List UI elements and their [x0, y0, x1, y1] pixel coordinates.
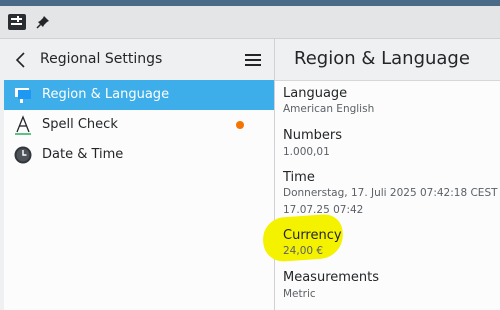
sidebar-item-date-time[interactable]: Date & Time [4, 140, 274, 170]
hamburger-menu-icon[interactable] [243, 52, 263, 68]
pin-icon[interactable] [36, 15, 50, 29]
setting-title: Measurements [283, 270, 380, 285]
setting-value: Donnerstag, 17. Juli 2025 07:42:18 CEST [283, 187, 498, 199]
setting-value: 24,00 € [283, 245, 324, 257]
setting-title: Time [283, 170, 315, 185]
setting-value: 1.000,01 [283, 146, 330, 158]
sidebar-item-label: Date & Time [42, 147, 124, 162]
desktop-strip [0, 0, 500, 6]
notification-badge [236, 121, 244, 129]
setting-title: Currency [283, 228, 342, 243]
clock-icon [14, 146, 32, 164]
title-bar [0, 0, 500, 39]
settings-window: Regional Settings Region & Language Spel… [0, 0, 500, 310]
back-icon[interactable] [14, 50, 28, 70]
sidebar-item-spell-check[interactable]: Spell Check [4, 110, 274, 140]
setting-title: Numbers [283, 128, 342, 143]
sidebar-item-label: Region & Language [42, 87, 170, 102]
setting-value: American English [283, 103, 375, 115]
setting-value: Metric [283, 288, 316, 300]
page-title: Region & Language [294, 48, 470, 69]
sidebar-item-label: Spell Check [42, 117, 118, 132]
sidebar-item-region-language[interactable]: Region & Language [4, 80, 274, 110]
setting-title: Language [283, 86, 348, 101]
spell-check-icon [15, 115, 31, 135]
app-icon[interactable] [8, 14, 26, 30]
region-flag-icon [15, 88, 31, 103]
sidebar: Region & Language Spell Check Date & Tim… [4, 80, 274, 310]
sidebar-title: Regional Settings [40, 51, 163, 67]
setting-value: 17.07.25 07:42 [283, 204, 364, 216]
